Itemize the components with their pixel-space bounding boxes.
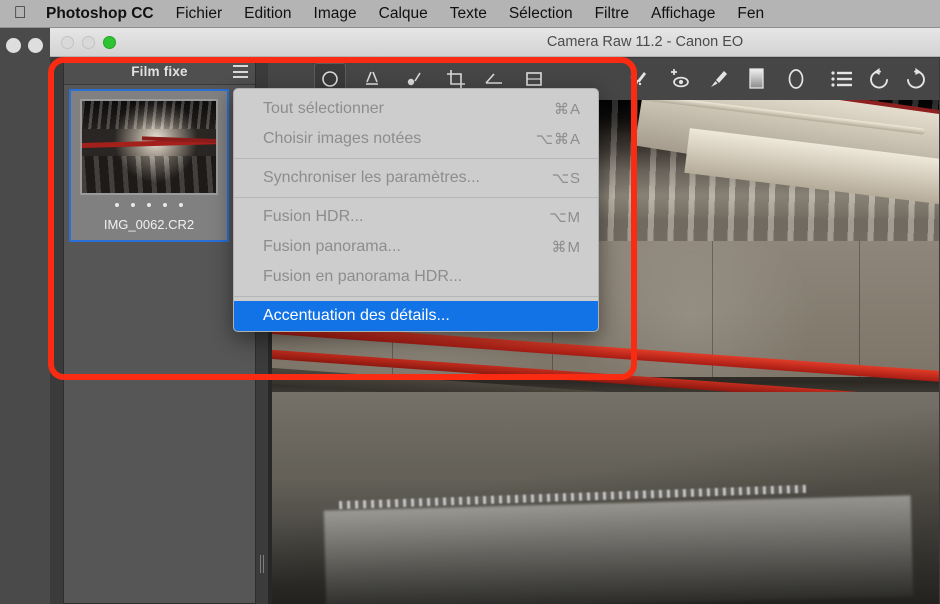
filmstrip-dropdown-menu[interactable]: Tout sélectionner ⌘A Choisir images noté… xyxy=(233,88,599,332)
brush-icon xyxy=(711,71,727,87)
target-adjust-icon xyxy=(407,72,421,86)
menu-item-fenetre[interactable]: Fen xyxy=(726,0,775,28)
radial-filter-icon xyxy=(788,69,804,89)
rating-dots[interactable] xyxy=(71,203,227,207)
background-window-traffic-light-1 xyxy=(6,38,21,53)
menu-separator xyxy=(234,158,598,159)
spot-removal-tool-button[interactable] xyxy=(623,63,655,95)
menu-item-label: Fusion en panorama HDR... xyxy=(263,268,463,285)
menu-item-label: Synchroniser les paramètres... xyxy=(263,169,480,186)
menu-item-label: Fusion panorama... xyxy=(263,238,401,255)
graduated-filter-icon xyxy=(749,68,764,89)
menu-item-label: Choisir images notées xyxy=(263,130,422,147)
preferences-list-icon xyxy=(831,71,852,87)
menu-item-shortcut: ⌥⌘A xyxy=(535,131,581,148)
red-eye-removal-tool-button[interactable] xyxy=(663,63,695,95)
menu-separator xyxy=(234,197,598,198)
preferences-tool-button[interactable] xyxy=(826,63,858,95)
menu-item-label: Accentuation des détails... xyxy=(263,307,450,324)
apple-logo-icon[interactable]:  xyxy=(0,4,40,23)
menu-separator xyxy=(234,296,598,297)
menu-item-shortcut: ⌘A xyxy=(553,101,581,118)
graduated-filter-tool-button[interactable] xyxy=(740,63,772,95)
window-title: Camera Raw 11.2 - Canon EO xyxy=(546,34,744,50)
adjustment-brush-tool-button[interactable] xyxy=(702,63,734,95)
radial-filter-tool-button[interactable] xyxy=(780,63,812,95)
menu-item-calque[interactable]: Calque xyxy=(368,0,439,28)
menu-item-synchroniser-les-parametres[interactable]: Synchroniser les paramètres... ⌥S xyxy=(234,163,598,193)
background-window-traffic-light-2 xyxy=(28,38,43,53)
menu-item-fichier[interactable]: Fichier xyxy=(165,0,234,28)
spot-removal-icon xyxy=(630,72,646,86)
menu-item-image[interactable]: Image xyxy=(303,0,368,28)
menu-item-photoshop-cc[interactable]: Photoshop CC xyxy=(40,0,165,28)
menu-item-label: Fusion HDR... xyxy=(263,208,364,225)
rotate-clockwise-button[interactable] xyxy=(899,63,931,95)
menu-item-shortcut: ⌥M xyxy=(549,209,581,226)
rotate-cw-icon xyxy=(907,68,925,89)
transform-icon xyxy=(526,72,542,86)
color-sampler-icon xyxy=(366,71,378,85)
rotate-ccw-icon xyxy=(870,68,888,89)
menu-item-tout-selectionner[interactable]: Tout sélectionner ⌘A xyxy=(234,94,598,124)
thumbnail-filename: IMG_0062.CR2 xyxy=(103,217,195,232)
splitter-grip-icon[interactable] xyxy=(260,555,265,573)
menu-item-fusion-panorama[interactable]: Fusion panorama... ⌘M xyxy=(234,232,598,262)
filmstrip-header: Film fixe xyxy=(64,59,255,85)
menu-item-shortcut: ⌘M xyxy=(551,239,581,256)
menu-item-fusion-hdr[interactable]: Fusion HDR... ⌥M xyxy=(234,202,598,232)
menu-item-texte[interactable]: Texte xyxy=(439,0,498,28)
menu-item-edition[interactable]: Edition xyxy=(233,0,302,28)
filmstrip-panel: Film fixe IMG_0062.CR2 xyxy=(63,58,256,604)
eyedropper-icon xyxy=(322,71,338,87)
rotate-counterclockwise-button[interactable] xyxy=(864,63,896,95)
background-window-edge xyxy=(0,28,50,604)
menu-item-filtre[interactable]: Filtre xyxy=(584,0,640,28)
straighten-icon xyxy=(485,73,502,84)
filmstrip-title: Film fixe xyxy=(131,64,188,79)
red-eye-icon xyxy=(671,69,689,88)
hamburger-menu-icon[interactable] xyxy=(233,65,248,78)
filmstrip-thumbnail-cell[interactable]: IMG_0062.CR2 xyxy=(69,89,229,242)
menu-item-fusion-en-panorama-hdr[interactable]: Fusion en panorama HDR... xyxy=(234,262,598,292)
menu-item-shortcut: ⌥S xyxy=(551,170,581,187)
menu-item-label: Tout sélectionner xyxy=(263,100,384,117)
crop-icon xyxy=(447,70,465,88)
window-title-bar: Camera Raw 11.2 - Canon EO xyxy=(50,28,940,57)
thumbnail-image xyxy=(80,99,218,195)
macos-menu-bar:  Photoshop CC Fichier Edition Image Cal… xyxy=(0,0,940,28)
menu-item-affichage[interactable]: Affichage xyxy=(640,0,726,28)
menu-item-choisir-images-notees[interactable]: Choisir images notées ⌥⌘A xyxy=(234,124,598,154)
menu-item-accentuation-des-details[interactable]: Accentuation des détails... xyxy=(234,301,598,331)
menu-item-selection[interactable]: Sélection xyxy=(498,0,584,28)
